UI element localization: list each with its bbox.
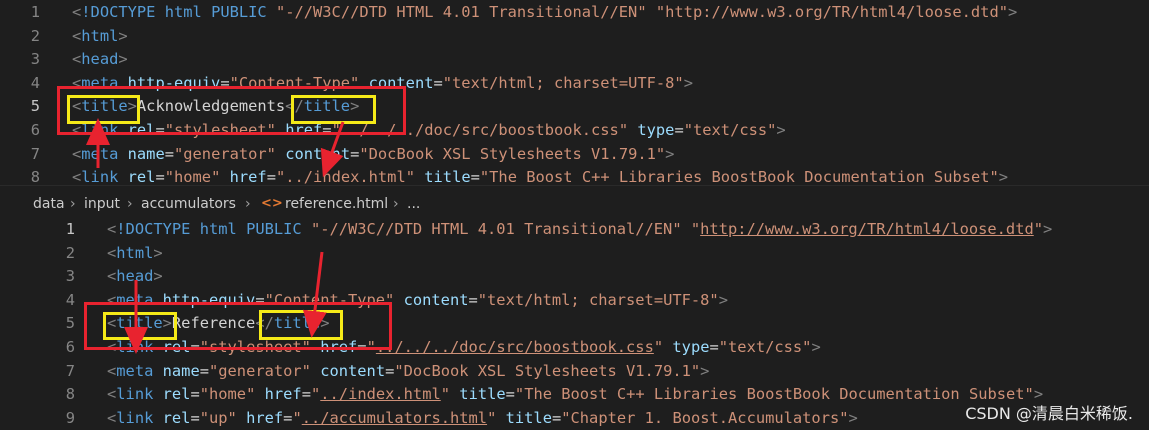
annotation-arrows: [86, 118, 345, 354]
arrow-down-close-tag: [302, 251, 327, 338]
arrow-up-close-tag: [320, 121, 345, 178]
watermark: CSDN @清晨白米稀饭.: [965, 404, 1133, 423]
